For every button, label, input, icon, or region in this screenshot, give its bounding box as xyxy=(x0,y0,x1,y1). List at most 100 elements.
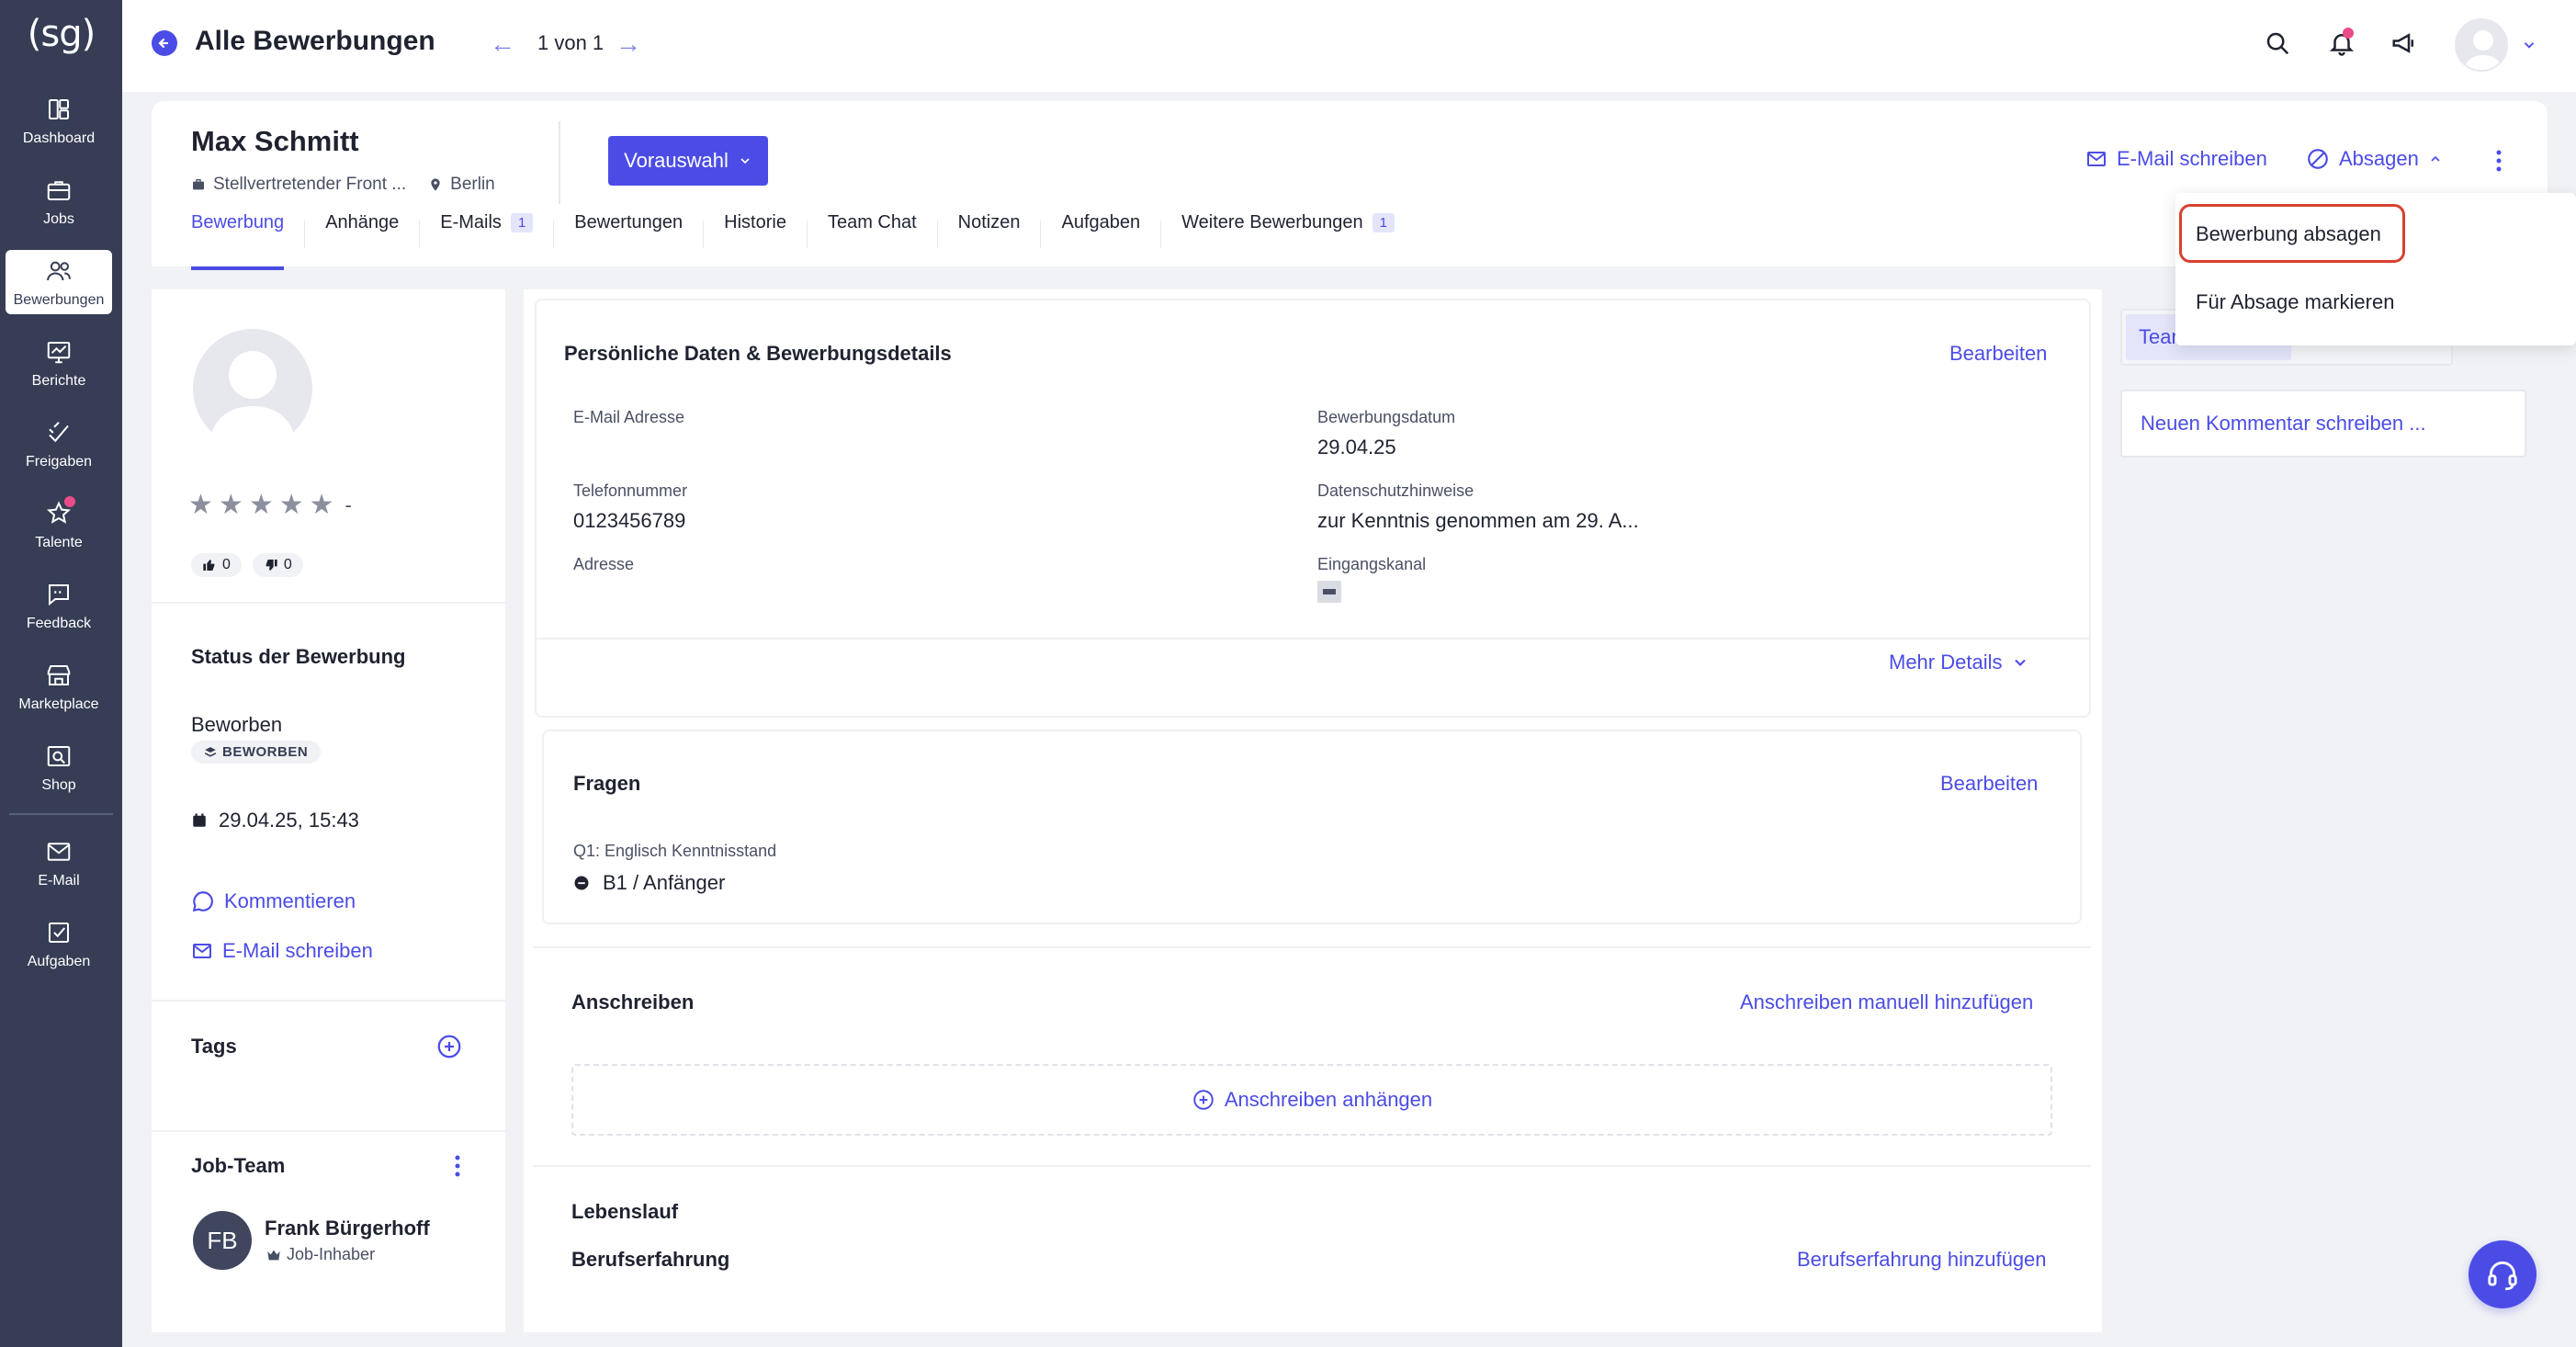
sidebar-item-bewerbungen[interactable]: Bewerbungen xyxy=(6,250,112,314)
candidate-meta: Stellvertretender Front ... Berlin xyxy=(191,175,495,195)
star-icon[interactable]: ★ xyxy=(188,489,213,521)
team-member-role: Job-Inhaber xyxy=(266,1245,375,1264)
q1-value: B1 / Anfänger xyxy=(603,871,726,894)
tab-historie[interactable]: Historie xyxy=(704,212,808,248)
sidebar-item-marketplace[interactable]: Marketplace xyxy=(6,654,112,719)
sidebar-item-berichte[interactable]: Berichte xyxy=(6,331,112,395)
pager-prev-icon[interactable]: ← xyxy=(490,29,515,59)
dashboard-icon xyxy=(49,99,69,119)
tab-label: Anhänge xyxy=(325,211,400,232)
new-comment-input[interactable]: Neuen Kommentar schreiben ... xyxy=(2120,390,2526,458)
more-vertical-icon[interactable] xyxy=(448,1152,467,1180)
sidebar-item-talente[interactable]: Talente xyxy=(6,492,112,557)
divider xyxy=(537,638,2089,640)
questions-title: Fragen xyxy=(573,772,641,795)
tab-notizen[interactable]: Notizen xyxy=(938,212,1042,248)
back-button[interactable] xyxy=(152,30,177,56)
candidate-avatar xyxy=(193,329,312,448)
stage-select-button[interactable]: Vorauswahl xyxy=(608,136,768,186)
more-vertical-icon[interactable] xyxy=(2488,147,2510,175)
email-label: E-Mail Adresse xyxy=(573,408,685,426)
more-details-button[interactable]: Mehr Details xyxy=(1889,651,2029,674)
candidate-position: Stellvertretender Front ... xyxy=(213,175,407,194)
thumbs-up-count: 0 xyxy=(222,557,231,572)
phone-label: Telefonnummer xyxy=(573,481,688,500)
divider xyxy=(152,602,505,604)
header-divider xyxy=(559,121,560,204)
thumbs-down-icon xyxy=(266,560,277,571)
user-avatar[interactable] xyxy=(2455,18,2508,72)
divider xyxy=(533,946,2091,948)
candidate-name: Max Schmitt xyxy=(191,125,359,157)
headset-icon xyxy=(2488,1261,2517,1291)
thumbs-down-button[interactable]: 0 xyxy=(252,553,303,577)
rating-stars[interactable]: ★ ★ ★ ★ ★ - xyxy=(188,489,352,521)
team-member-role-label: Job-Inhaber xyxy=(287,1245,376,1263)
team-member-avatar: FB xyxy=(193,1211,252,1270)
chevron-down-icon[interactable] xyxy=(2521,37,2537,53)
pager-next-icon[interactable]: → xyxy=(616,29,641,59)
talente-notification-dot xyxy=(64,496,75,507)
cover-title: Anschreiben xyxy=(571,990,695,1013)
chevron-down-icon xyxy=(2015,659,2027,666)
tab-bewerbung[interactable]: Bewerbung xyxy=(191,212,306,270)
status-badge-label: BEWORBEN xyxy=(222,744,309,760)
jobteam-title: Job-Team xyxy=(191,1154,286,1177)
users-icon xyxy=(47,261,71,281)
sidebar-item-email[interactable]: E-Mail xyxy=(6,831,112,895)
email-link[interactable]: E-Mail schreiben xyxy=(191,939,373,963)
email-write-button[interactable]: E-Mail schreiben xyxy=(2085,147,2267,171)
sidebar-item-jobs[interactable]: Jobs xyxy=(6,169,112,233)
tab-bewertungen[interactable]: Bewertungen xyxy=(554,212,705,248)
tab-emails[interactable]: E-Mails 1 xyxy=(420,212,555,248)
tab-anhaenge[interactable]: Anhänge xyxy=(305,212,421,248)
privacy-label: Datenschutzhinweise xyxy=(1317,481,1474,500)
star-icon[interactable]: ★ xyxy=(249,489,274,521)
tasks-icon xyxy=(49,923,69,943)
tags-title: Tags xyxy=(191,1035,237,1058)
reject-dropdown-button[interactable]: Absagen xyxy=(2306,147,2443,171)
divider xyxy=(152,1130,505,1132)
sidebar-item-aufgaben[interactable]: Aufgaben xyxy=(6,911,112,976)
menu-item-mark-for-rejection[interactable]: Für Absage markieren xyxy=(2196,290,2394,314)
calendar-icon xyxy=(193,813,206,827)
tab-team-chat[interactable]: Team Chat xyxy=(808,212,938,248)
date-label: Bewerbungsdatum xyxy=(1317,408,1456,426)
votes: 0 0 xyxy=(191,553,303,577)
add-circle-icon xyxy=(1193,1090,1214,1110)
thumbs-down-count: 0 xyxy=(283,557,292,572)
status-value: Beworben xyxy=(191,713,283,736)
support-chat-button[interactable] xyxy=(2469,1240,2536,1308)
tab-label: Team Chat xyxy=(827,211,917,232)
tab-count-badge: 1 xyxy=(510,212,534,232)
comment-link[interactable]: Kommentieren xyxy=(191,889,356,913)
add-tag-icon[interactable] xyxy=(435,1033,463,1060)
chevron-up-icon xyxy=(2431,155,2440,162)
tab-count-badge: 1 xyxy=(1372,212,1395,232)
search-icon[interactable] xyxy=(2264,29,2291,57)
details-edit-button[interactable]: Bearbeiten xyxy=(1949,342,2047,366)
tab-weitere-bewerbungen[interactable]: Weitere Bewerbungen 1 xyxy=(1161,212,1415,248)
sidebar-item-dashboard[interactable]: Dashboard xyxy=(6,88,112,153)
sidebar-item-freigaben[interactable]: Freigaben xyxy=(6,412,112,476)
more-details-label: Mehr Details xyxy=(1889,651,2003,674)
sidebar-item-shop[interactable]: Shop xyxy=(6,735,112,799)
tab-aufgaben[interactable]: Aufgaben xyxy=(1041,212,1162,248)
tab-label: Bewertungen xyxy=(574,211,684,232)
star-icon[interactable]: ★ xyxy=(219,489,243,521)
star-icon[interactable]: ★ xyxy=(279,489,304,521)
add-experience-button[interactable]: Berufserfahrung hinzufügen xyxy=(1797,1248,2047,1272)
thumbs-up-button[interactable]: 0 xyxy=(191,553,242,577)
briefcase-icon xyxy=(47,181,71,200)
channel-source-icon xyxy=(1317,581,1341,603)
star-icon[interactable]: ★ xyxy=(310,489,334,521)
tab-label: Historie xyxy=(724,211,786,232)
sidebar-item-feedback[interactable]: Feedback xyxy=(6,573,112,638)
cover-attach-dropzone[interactable]: Anschreiben anhängen xyxy=(571,1064,2052,1136)
cover-add-manual-button[interactable]: Anschreiben manuell hinzufügen xyxy=(1740,990,2033,1014)
questions-edit-button[interactable]: Bearbeiten xyxy=(1940,772,2038,796)
app-logo[interactable]: (sg) xyxy=(0,13,122,55)
megaphone-icon[interactable] xyxy=(2390,29,2418,57)
divider xyxy=(152,1000,505,1002)
chart-icon xyxy=(47,342,71,364)
